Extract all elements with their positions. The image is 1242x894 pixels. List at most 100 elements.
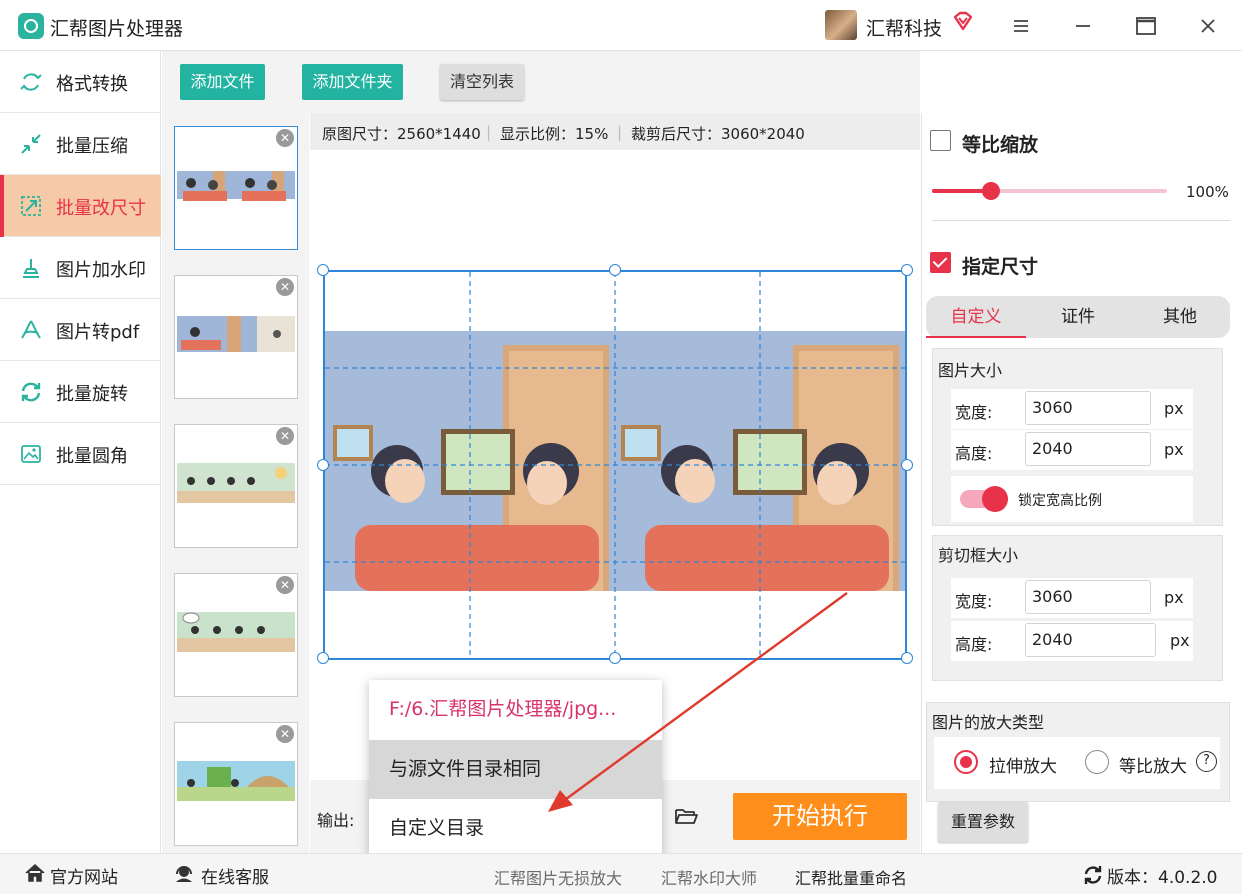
crop-height-input[interactable]: 2040	[1025, 623, 1156, 657]
sidebar-item-resize[interactable]: 批量改尺寸	[0, 175, 161, 237]
sidebar-item-rotate[interactable]: 批量旋转	[0, 361, 161, 423]
rotate-icon	[21, 382, 41, 402]
crop-handle-right[interactable]	[901, 459, 913, 471]
app-window: 汇帮图片处理器 汇帮科技 格式转换 批量压缩 批量改尺寸 图片加水印 图片转pd…	[0, 0, 1242, 894]
radio-stretch-label[interactable]: 拉伸放大	[989, 752, 1057, 777]
image-info-bar: 原图尺寸：2560*1440 | 显示比例：15% | 裁剪后尺寸：3060*2…	[310, 113, 920, 150]
crop-width-input[interactable]: 3060	[1025, 580, 1151, 614]
radio-stretch[interactable]	[954, 750, 978, 774]
unit-label: px	[1164, 399, 1184, 418]
unit-label: px	[1164, 440, 1184, 459]
refresh-icon[interactable]	[1082, 864, 1104, 886]
pdf-icon	[21, 320, 41, 339]
image-width-row: 宽度: 3060 px	[951, 389, 1193, 429]
product-link-upscale[interactable]: 汇帮图片无损放大	[494, 865, 622, 889]
crop-handle-bottom-right[interactable]	[901, 652, 913, 664]
thumbnail-list: ✕ ✕ ✕ ✕ ✕	[162, 113, 309, 853]
crop-height-row: 高度: 2040 px	[951, 621, 1193, 661]
image-height-row: 高度: 2040 px	[951, 430, 1193, 470]
info-separator: |	[617, 123, 623, 141]
user-name[interactable]: 汇帮科技	[866, 14, 942, 41]
output-label: 输出:	[317, 811, 355, 830]
resize-icon	[21, 196, 41, 216]
website-link[interactable]: 官方网站	[50, 863, 118, 888]
info-separator: |	[486, 123, 492, 141]
reset-params-button[interactable]: 重置参数	[938, 802, 1028, 842]
sidebar-item-compress[interactable]: 批量压缩	[0, 113, 161, 175]
add-file-button[interactable]: 添加文件	[180, 64, 265, 100]
sidebar-item-round-corner[interactable]: 批量圆角	[0, 423, 161, 485]
thumbnail-image	[177, 459, 295, 507]
avatar[interactable]	[825, 10, 857, 40]
sidebar-item-format-convert[interactable]: 格式转换	[0, 51, 161, 113]
crop-handle-top[interactable]	[609, 264, 621, 276]
thumbnail-image	[177, 161, 295, 209]
thumbnail-item[interactable]: ✕	[174, 126, 298, 250]
thumbnail-item[interactable]: ✕	[174, 275, 298, 399]
enlarge-type-title: 图片的放大类型	[932, 713, 1045, 732]
hamburger-icon[interactable]	[1007, 12, 1035, 40]
width-label: 宽度:	[955, 592, 993, 611]
clear-list-button[interactable]: 清空列表	[440, 64, 524, 100]
crop-handle-bottom-left[interactable]	[317, 652, 329, 664]
customer-service-icon[interactable]	[173, 862, 195, 884]
image-width-input[interactable]: 3060	[1025, 391, 1151, 425]
keep-ratio-label: 等比缩放	[962, 134, 1039, 156]
radio-proportional-label[interactable]: 等比放大	[1119, 752, 1187, 777]
tab-other[interactable]: 其他	[1130, 296, 1230, 338]
remove-thumbnail-icon[interactable]: ✕	[276, 278, 294, 296]
tab-id-photo[interactable]: 证件	[1026, 296, 1130, 338]
lock-ratio-toggle-knob[interactable]	[982, 486, 1008, 512]
sidebar-item-to-pdf[interactable]: 图片转pdf	[0, 299, 161, 361]
annotation-arrow	[548, 592, 848, 812]
crop-handle-left[interactable]	[317, 459, 329, 471]
crop-handle-top-left[interactable]	[317, 264, 329, 276]
vip-diamond-icon[interactable]	[952, 10, 974, 32]
crop-handle-top-right[interactable]	[901, 264, 913, 276]
tab-custom[interactable]: 自定义	[926, 296, 1026, 338]
remove-thumbnail-icon[interactable]: ✕	[276, 427, 294, 445]
support-link[interactable]: 在线客服	[201, 863, 269, 888]
stamp-icon	[23, 259, 39, 278]
radio-proportional[interactable]	[1085, 750, 1109, 774]
thumbnail-image	[177, 608, 295, 656]
height-label: 高度:	[955, 444, 993, 463]
thumbnail-item[interactable]: ✕	[174, 722, 298, 846]
display-ratio-text: 显示比例：15%	[500, 125, 609, 143]
sidebar-item-label: 图片加水印	[56, 260, 146, 281]
thumbnail-item[interactable]: ✕	[174, 424, 298, 548]
home-icon[interactable]	[24, 862, 46, 884]
image-size-title: 图片大小	[938, 361, 1003, 380]
close-icon[interactable]	[1194, 12, 1222, 40]
product-link-rename[interactable]: 汇帮批量重命名	[795, 865, 907, 889]
toolbar: 添加文件 添加文件夹 清空列表	[162, 51, 920, 113]
version-text: 版本：4.0.2.0	[1107, 868, 1218, 888]
compress-icon	[21, 134, 41, 154]
unit-label: px	[1164, 588, 1184, 607]
remove-thumbnail-icon[interactable]: ✕	[276, 129, 294, 147]
sidebar-item-label: 格式转换	[56, 74, 128, 95]
original-size-text: 原图尺寸：2560*1440	[322, 125, 481, 143]
remove-thumbnail-icon[interactable]: ✕	[276, 725, 294, 743]
sidebar-item-label: 批量改尺寸	[56, 198, 146, 219]
thumbnail-image	[177, 310, 295, 358]
maximize-icon[interactable]	[1132, 12, 1160, 40]
help-icon[interactable]: ?	[1196, 751, 1217, 772]
scale-value: 100%	[1186, 183, 1229, 201]
sidebar-item-watermark[interactable]: 图片加水印	[0, 237, 161, 299]
image-icon	[21, 445, 41, 463]
title-bar: 汇帮图片处理器 汇帮科技	[0, 0, 1242, 51]
thumbnail-item[interactable]: ✕	[174, 573, 298, 697]
product-link-watermark[interactable]: 汇帮水印大师	[661, 865, 757, 889]
add-folder-button[interactable]: 添加文件夹	[302, 64, 403, 100]
minimize-icon[interactable]	[1069, 12, 1097, 40]
sidebar-item-label: 批量圆角	[56, 446, 128, 467]
cropped-size-text: 裁剪后尺寸：3060*2040	[631, 125, 805, 143]
specify-size-checkbox[interactable]	[930, 252, 951, 273]
image-height-input[interactable]: 2040	[1025, 432, 1151, 466]
unit-label: px	[1170, 631, 1190, 650]
scale-slider-handle[interactable]	[982, 182, 1000, 200]
keep-ratio-checkbox[interactable]	[930, 130, 951, 151]
remove-thumbnail-icon[interactable]: ✕	[276, 576, 294, 594]
sidebar-item-label: 图片转pdf	[56, 322, 140, 343]
